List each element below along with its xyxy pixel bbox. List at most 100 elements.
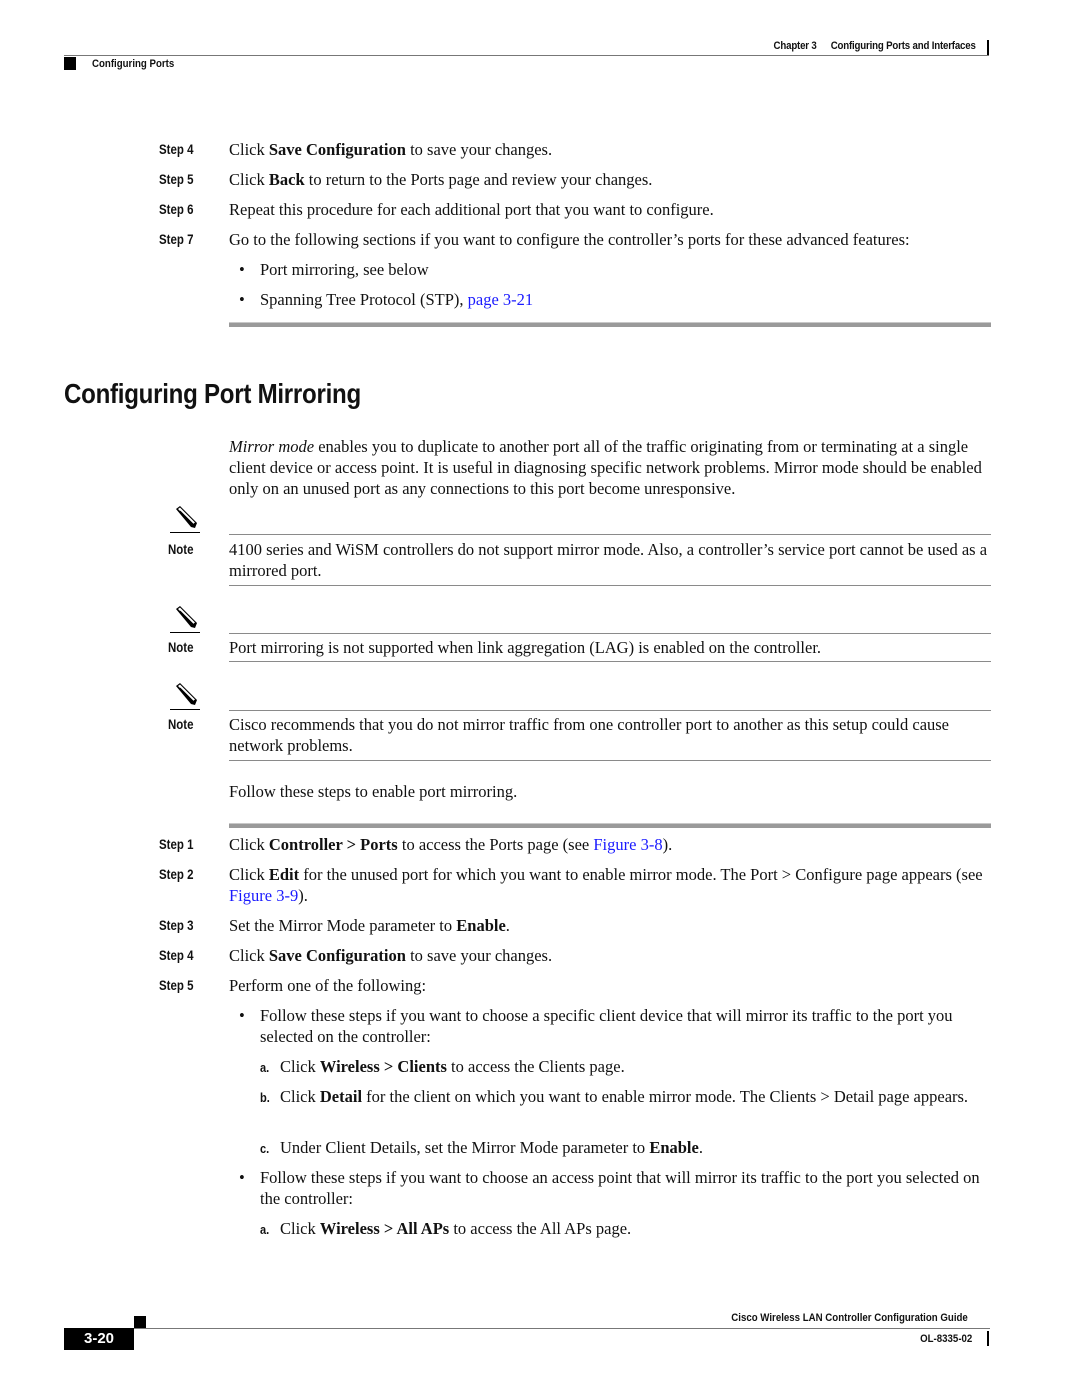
ui-term: Detail	[319, 1087, 363, 1106]
bullet-item: • Follow these steps if you want to choos…	[239, 1167, 991, 1209]
step-label: Step 4	[159, 141, 194, 157]
text: to access the Ports page (see	[397, 835, 594, 854]
chapter-title: Configuring Ports and Interfaces	[831, 40, 976, 52]
bullet-icon: •	[239, 1168, 245, 1187]
bullet-item: • Spanning Tree Protocol (STP), page 3-21	[239, 289, 1000, 310]
step-label: Step 4	[159, 947, 194, 963]
substep-item: a. Click Wireless > All APs to access the…	[260, 1218, 991, 1239]
note-text: Cisco recommends that you do not mirror …	[229, 715, 950, 755]
substep-item: c. Under Client Details, set the Mirror M…	[260, 1137, 991, 1158]
footer-square-marker	[134, 1316, 146, 1328]
note-label: Note	[168, 639, 194, 655]
text: Click	[229, 140, 269, 159]
text: .	[505, 916, 510, 935]
cross-reference-link[interactable]: page 3-21	[468, 290, 534, 309]
step-text: Click Controller > Ports to access the P…	[229, 834, 991, 855]
running-header-chapter: Chapter 3 Configuring Ports and Interface…	[774, 40, 976, 52]
note-top-rule	[229, 710, 991, 711]
bullet-icon: •	[239, 290, 245, 309]
footer-bar-marker	[987, 1331, 989, 1346]
text: Click	[280, 1219, 320, 1238]
text: Click	[229, 865, 269, 884]
step-text: Perform one of the following:	[229, 976, 427, 995]
text: ).	[298, 886, 308, 905]
text: for the unused port for which you want t…	[299, 865, 983, 884]
chapter-number: Chapter 3	[773, 40, 817, 52]
ui-term: Enable	[649, 1138, 699, 1157]
term: Mirror mode	[229, 437, 315, 456]
substep-label: a.	[260, 1060, 270, 1075]
text: Spanning Tree Protocol (STP),	[260, 290, 468, 309]
text: to access the All APs page.	[449, 1219, 632, 1238]
step-text: Click Save Configuration to save your ch…	[229, 945, 991, 966]
note-bottom-rule	[229, 661, 991, 662]
note-text: Port mirroring is not supported when lin…	[229, 638, 822, 657]
text: Port mirroring, see below	[260, 260, 429, 279]
ui-term: Save Configuration	[268, 140, 406, 159]
step-text: Click Back to return to the Ports page a…	[229, 169, 991, 190]
note-icon-underline	[170, 632, 200, 633]
note-top-rule	[229, 633, 991, 634]
figure-link[interactable]: Figure 3-8	[593, 835, 662, 854]
procedure-intro: Follow these steps to enable port mirror…	[229, 782, 518, 801]
text: Click	[229, 946, 269, 965]
text: for the client on which you want to enab…	[362, 1087, 969, 1106]
substep-item: a. Click Wireless > Clients to access the…	[260, 1056, 991, 1077]
step-text: Click Save Configuration to save your ch…	[229, 139, 991, 160]
bullet-icon: •	[239, 260, 245, 279]
substep-item: b. Click Detail for the client on which y…	[260, 1086, 991, 1107]
procedure-start-rule	[229, 823, 991, 828]
step-label: Step 2	[159, 866, 194, 882]
header-rule	[64, 55, 989, 56]
text: Set the Mirror Mode parameter to	[229, 916, 457, 935]
step-label: Step 5	[159, 977, 194, 993]
note-text: 4100 series and WiSM controllers do not …	[229, 540, 988, 580]
text: .	[698, 1138, 703, 1157]
bullet-item: • Follow these steps if you want to choos…	[239, 1005, 991, 1047]
text: to save your changes.	[405, 140, 553, 159]
ui-term: Enable	[456, 916, 506, 935]
text: to return to the Ports page and review y…	[304, 170, 653, 189]
section-title: Configuring Port Mirroring	[64, 378, 361, 409]
note-top-rule	[229, 534, 991, 535]
text: Click	[229, 170, 269, 189]
text: Click	[229, 835, 269, 854]
text: enables you to duplicate to another port…	[229, 437, 982, 498]
page-number: 3-20	[64, 1328, 134, 1350]
text: Click	[280, 1057, 320, 1076]
text: to save your changes.	[405, 946, 553, 965]
header-bar-marker	[987, 40, 989, 56]
note-label: Note	[168, 716, 194, 732]
pencil-note-icon	[170, 605, 200, 633]
step-text: Repeat this procedure for each additiona…	[229, 200, 714, 219]
header-square-marker	[64, 57, 76, 70]
step-label: Step 3	[159, 917, 194, 933]
intro-paragraph: Mirror mode enables you to duplicate to …	[229, 436, 991, 499]
pencil-note-icon	[170, 682, 200, 710]
figure-link[interactable]: Figure 3-9	[229, 886, 298, 905]
procedure-end-rule	[229, 322, 991, 327]
note-bottom-rule	[229, 585, 991, 586]
bullet-icon: •	[239, 1006, 245, 1025]
note-icon-underline	[170, 532, 200, 533]
text: ).	[662, 835, 673, 854]
step-label: Step 6	[159, 201, 194, 217]
ui-term: Controller > Ports	[268, 835, 398, 854]
document-number: OL-8335-02	[919, 1333, 972, 1345]
step-label: Step 1	[159, 836, 194, 852]
text: to access the Clients page.	[446, 1057, 625, 1076]
ui-term: Wireless > Clients	[319, 1057, 447, 1076]
note-label: Note	[168, 541, 194, 557]
pencil-icon	[176, 506, 197, 528]
substep-label: b.	[260, 1090, 270, 1105]
step-label: Step 5	[159, 171, 194, 187]
running-header-section: Configuring Ports	[92, 58, 175, 70]
ui-term: Edit	[268, 865, 300, 884]
text: Follow these steps if you want to choose…	[260, 1168, 980, 1208]
ui-term: Back	[268, 170, 305, 189]
substep-label: a.	[260, 1222, 270, 1237]
text: Follow these steps if you want to choose…	[260, 1006, 953, 1046]
pencil-note-icon	[170, 505, 200, 533]
bullet-item: • Port mirroring, see below	[239, 259, 1000, 280]
ui-term: Save Configuration	[268, 946, 406, 965]
